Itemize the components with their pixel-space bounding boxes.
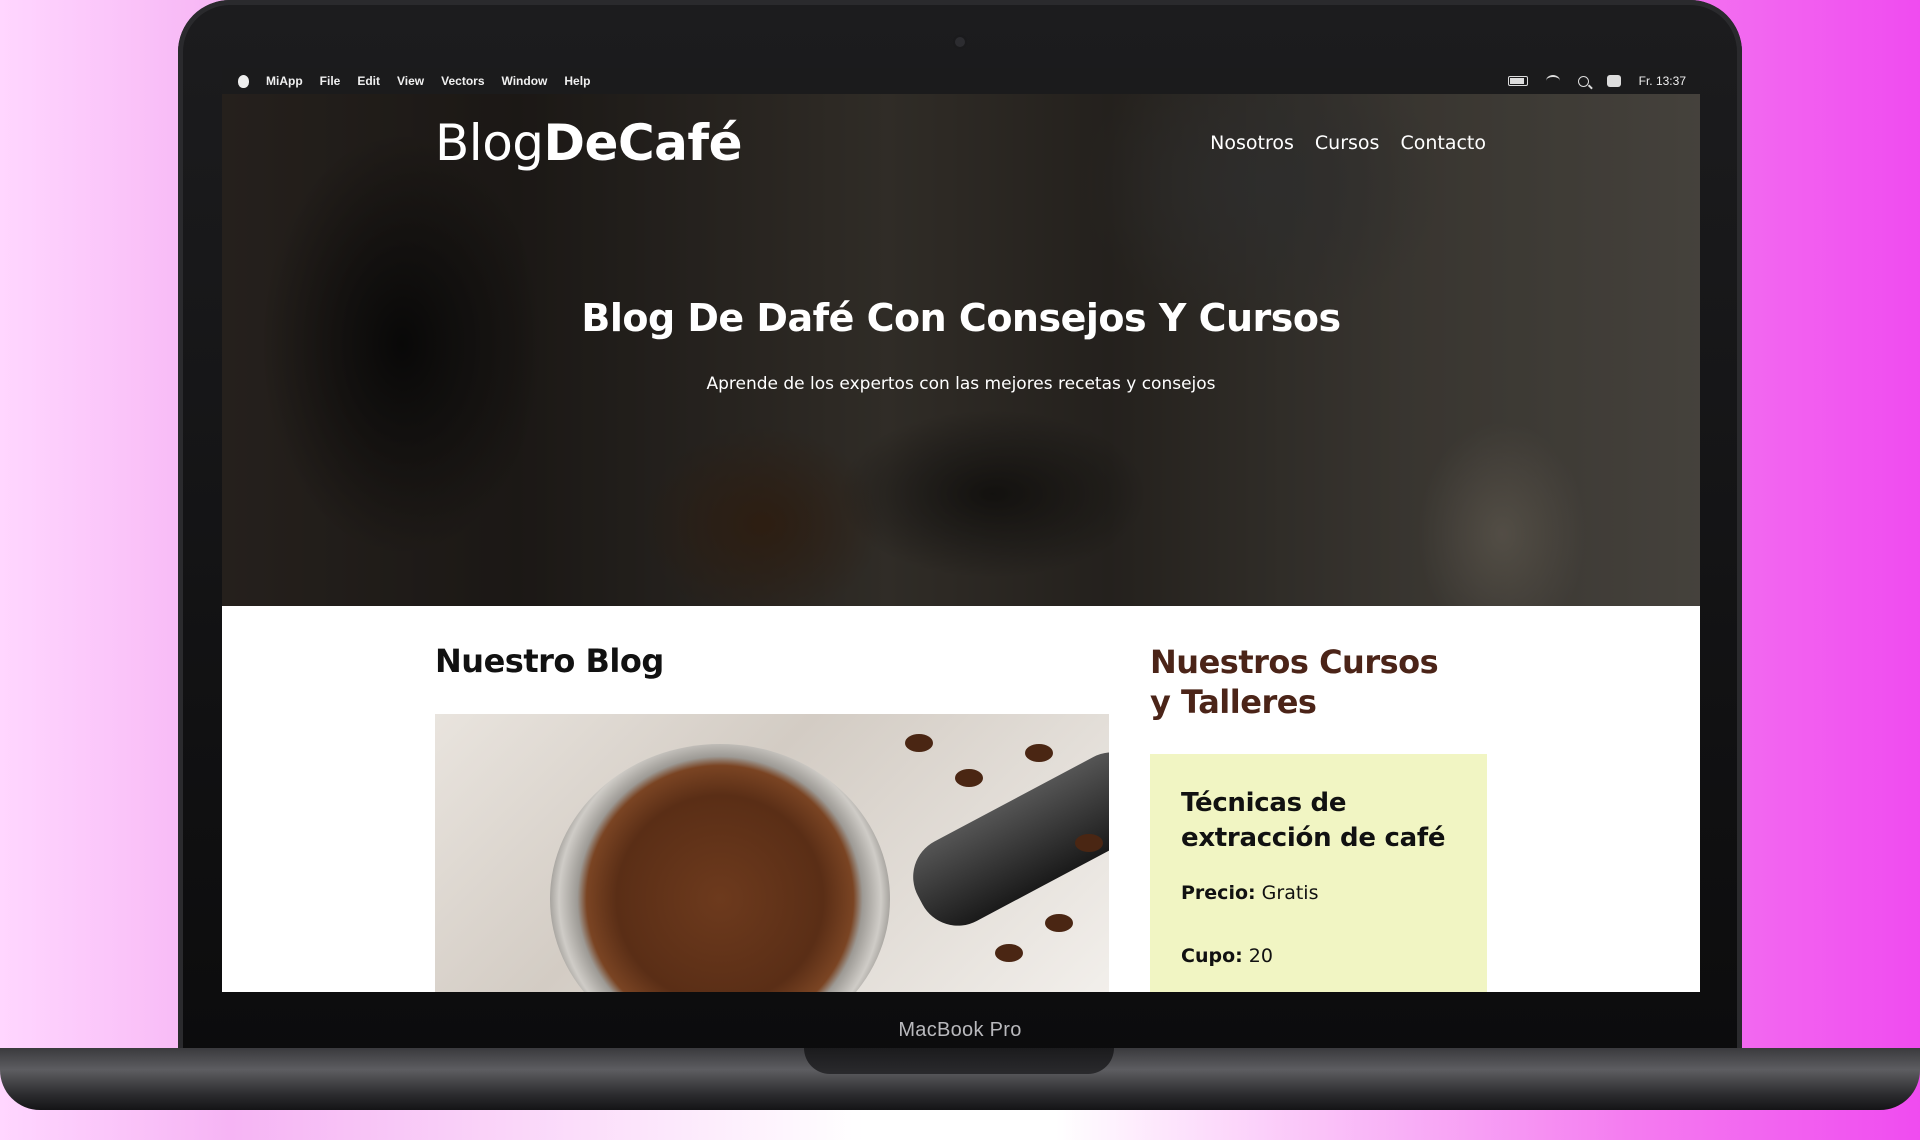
menu-item-edit[interactable]: Edit <box>357 74 380 88</box>
logo-bold: DeCafé <box>543 114 743 172</box>
course-quota-label: Cupo: <box>1181 945 1243 967</box>
menu-item-vectors[interactable]: Vectors <box>441 74 484 88</box>
laptop-notch <box>804 1048 1114 1074</box>
course-quota: Cupo: 20 <box>1181 945 1273 967</box>
course-card[interactable]: Técnicas de extracción de café Precio: G… <box>1150 754 1487 992</box>
menu-item-window[interactable]: Window <box>502 74 548 88</box>
menu-clock[interactable]: Fr. 13:37 <box>1639 74 1686 88</box>
device-label: MacBook Pro <box>898 1019 1022 1041</box>
course-price-label: Precio: <box>1181 882 1256 904</box>
screen: MiApp File Edit View Vectors Window Help… <box>222 68 1700 992</box>
hero-subtitle: Aprende de los expertos con las mejores … <box>706 374 1216 394</box>
course-name[interactable]: Técnicas de extracción de café <box>1181 786 1471 856</box>
course-quota-value: 20 <box>1248 945 1273 967</box>
main-nav: Nosotros Cursos Contacto <box>1210 132 1486 154</box>
courses-section-title: Nuestros Cursos y Talleres <box>1150 643 1439 721</box>
logo-regular: Blog <box>435 114 544 172</box>
main-content: Nuestro Blog Nuestros Cursos y Talleres … <box>222 606 1700 992</box>
site-logo[interactable]: BlogDeCafé <box>435 114 743 172</box>
hero-title: Blog De Dafé Con Consejos Y Cursos <box>581 296 1341 340</box>
menu-app-name[interactable]: MiApp <box>266 74 303 88</box>
apple-icon[interactable] <box>238 74 249 88</box>
hero-banner: BlogDeCafé Nosotros Cursos Contacto Blog… <box>222 94 1700 606</box>
menu-item-view[interactable]: View <box>397 74 424 88</box>
menu-bar: MiApp File Edit View Vectors Window Help… <box>222 68 1700 94</box>
course-price-value: Gratis <box>1261 882 1319 904</box>
nav-link-cursos[interactable]: Cursos <box>1315 132 1380 154</box>
nav-link-contacto[interactable]: Contacto <box>1400 132 1486 154</box>
blog-post-image[interactable] <box>435 714 1109 992</box>
course-price: Precio: Gratis <box>1181 882 1318 904</box>
nav-link-nosotros[interactable]: Nosotros <box>1210 132 1294 154</box>
blog-section-title: Nuestro Blog <box>435 642 664 680</box>
menu-item-help[interactable]: Help <box>564 74 590 88</box>
spotlight-search-icon[interactable] <box>1577 75 1589 87</box>
menu-item-file[interactable]: File <box>320 74 341 88</box>
battery-icon[interactable] <box>1507 76 1528 86</box>
control-center-icon[interactable] <box>1606 75 1621 87</box>
wifi-icon[interactable] <box>1545 75 1560 87</box>
camera-icon <box>955 37 965 47</box>
